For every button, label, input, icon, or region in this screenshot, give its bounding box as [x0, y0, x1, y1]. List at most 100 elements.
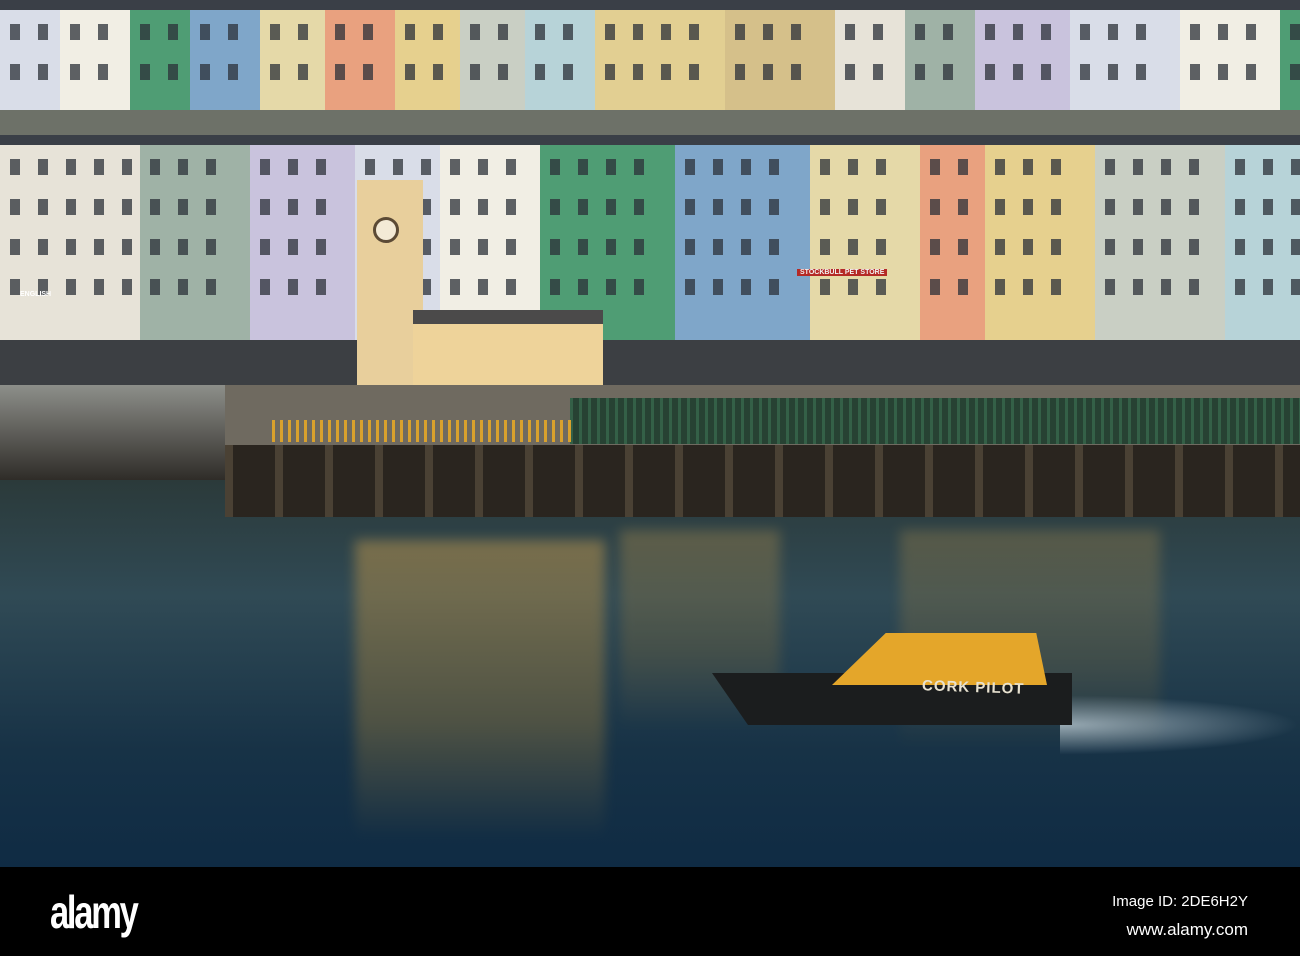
- window: [1290, 24, 1300, 40]
- window: [1161, 239, 1171, 255]
- window: [288, 199, 298, 215]
- window: [150, 199, 160, 215]
- window: [150, 239, 160, 255]
- window: [1190, 64, 1200, 80]
- window: [1189, 199, 1199, 215]
- window: [66, 159, 76, 175]
- window: [178, 159, 188, 175]
- window: [848, 159, 858, 175]
- window: [820, 159, 830, 175]
- window: [1235, 159, 1245, 175]
- window: [288, 239, 298, 255]
- window: [1080, 24, 1090, 40]
- yellow-railing: [272, 420, 572, 442]
- window: [200, 64, 210, 80]
- window: [845, 24, 855, 40]
- building: [595, 0, 725, 110]
- window: [478, 239, 488, 255]
- window: [848, 239, 858, 255]
- window: [1246, 24, 1256, 40]
- window: [363, 64, 373, 80]
- building: [1225, 135, 1300, 345]
- window: [98, 24, 108, 40]
- building: [140, 135, 250, 345]
- window: [634, 159, 644, 175]
- window: [506, 199, 516, 215]
- building: [1095, 135, 1225, 345]
- window: [200, 24, 210, 40]
- building: [325, 0, 395, 110]
- window: [140, 24, 150, 40]
- window: [634, 239, 644, 255]
- harbour-water: [0, 480, 1300, 867]
- window: [122, 279, 132, 295]
- window: [550, 159, 560, 175]
- window: [1051, 279, 1061, 295]
- window: [550, 279, 560, 295]
- window: [1105, 279, 1115, 295]
- window: [791, 64, 801, 80]
- window: [1161, 159, 1171, 175]
- window: [1080, 64, 1090, 80]
- window: [958, 159, 968, 175]
- window: [915, 24, 925, 40]
- window: [820, 239, 830, 255]
- window: [735, 24, 745, 40]
- shop-sign: ENGLISH: [20, 291, 52, 298]
- window: [66, 199, 76, 215]
- window: [606, 159, 616, 175]
- window: [168, 64, 178, 80]
- window: [606, 279, 616, 295]
- window: [298, 64, 308, 80]
- window: [1218, 24, 1228, 40]
- window: [578, 239, 588, 255]
- window: [1136, 24, 1146, 40]
- window: [1235, 239, 1245, 255]
- building: [190, 0, 260, 110]
- window: [943, 24, 953, 40]
- window: [498, 24, 508, 40]
- window: [1133, 199, 1143, 215]
- window: [876, 199, 886, 215]
- clock-face: [373, 217, 399, 243]
- window: [506, 239, 516, 255]
- window: [661, 24, 671, 40]
- window: [820, 279, 830, 295]
- window: [1133, 279, 1143, 295]
- window: [563, 64, 573, 80]
- window: [1218, 64, 1228, 80]
- window: [140, 64, 150, 80]
- window: [228, 64, 238, 80]
- building: [725, 0, 835, 110]
- watermark-bar: [0, 867, 1300, 956]
- window: [38, 239, 48, 255]
- building: [905, 0, 975, 110]
- window: [38, 159, 48, 175]
- window: [1136, 64, 1146, 80]
- window: [550, 199, 560, 215]
- window: [1108, 64, 1118, 80]
- window: [94, 279, 104, 295]
- window: [150, 279, 160, 295]
- harbour-photo: ENGLISH STOCKBULL PET STORE CORK PILOT: [0, 0, 1300, 867]
- pilot-boat: CORK PILOT: [712, 565, 1092, 745]
- window: [1013, 24, 1023, 40]
- building: [1280, 0, 1300, 110]
- building: [525, 0, 595, 110]
- window: [1263, 279, 1273, 295]
- window: [1133, 239, 1143, 255]
- window: [1235, 279, 1245, 295]
- window: [122, 159, 132, 175]
- window: [741, 239, 751, 255]
- window: [995, 199, 1005, 215]
- window: [1290, 64, 1300, 80]
- website-link: www.alamy.com: [1126, 920, 1248, 939]
- window: [685, 159, 695, 175]
- window: [930, 159, 940, 175]
- window: [873, 64, 883, 80]
- window: [578, 199, 588, 215]
- window: [1189, 279, 1199, 295]
- window: [10, 239, 20, 255]
- window: [122, 239, 132, 255]
- window: [498, 64, 508, 80]
